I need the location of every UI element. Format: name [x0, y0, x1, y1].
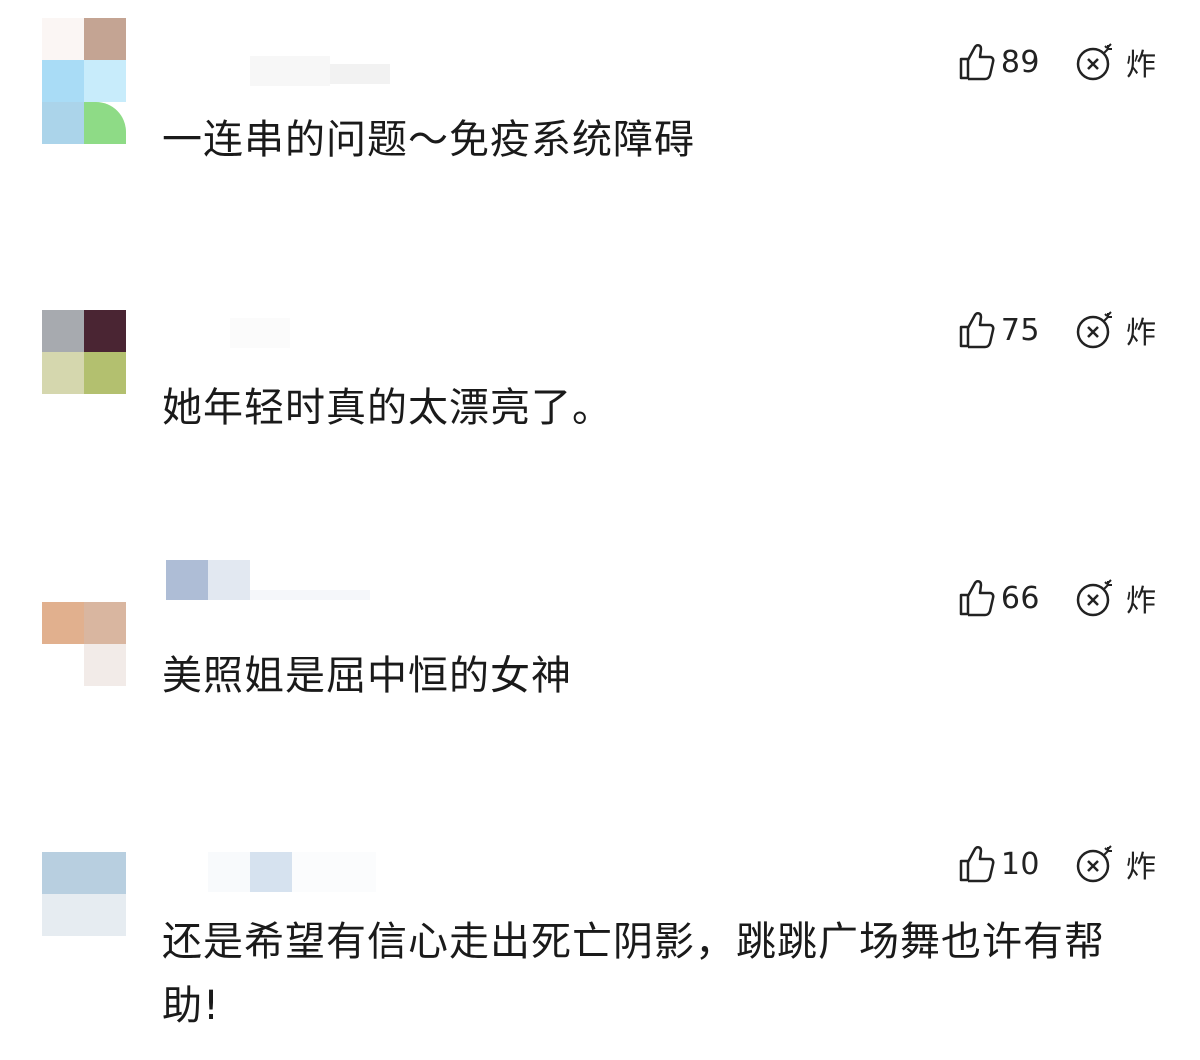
comment-actions: 75 炸 — [957, 308, 1156, 352]
like-button[interactable]: 66 — [957, 578, 1040, 618]
bomb-label: 炸 — [1126, 850, 1156, 885]
thumbs-up-icon — [957, 578, 997, 618]
thumbs-up-icon — [957, 844, 997, 884]
like-count: 66 — [1000, 580, 1040, 616]
avatar[interactable] — [42, 852, 126, 936]
avatar[interactable] — [42, 310, 126, 394]
thumbs-up-icon — [957, 42, 997, 82]
like-button[interactable]: 75 — [957, 310, 1040, 350]
avatar[interactable] — [42, 602, 126, 686]
comment-text: 美照姐是屈中恒的女神 — [162, 653, 572, 699]
comment-text: 还是希望有信心走出死亡阴影，跳跳广场舞也许有帮助! — [162, 919, 1105, 1029]
thumbs-up-icon — [957, 310, 997, 350]
bomb-button[interactable]: 炸 — [1074, 576, 1156, 620]
bomb-icon — [1074, 843, 1116, 885]
like-button[interactable]: 10 — [957, 844, 1040, 884]
bomb-icon — [1074, 577, 1116, 619]
username-blurred[interactable] — [166, 560, 370, 600]
bomb-button[interactable]: 炸 — [1074, 40, 1156, 84]
bomb-label: 炸 — [1126, 316, 1156, 351]
bomb-button[interactable]: 炸 — [1074, 842, 1156, 886]
like-button[interactable]: 89 — [957, 42, 1040, 82]
bomb-icon — [1074, 41, 1116, 83]
like-count: 10 — [1000, 846, 1040, 882]
username-blurred[interactable] — [208, 852, 376, 892]
username-blurred[interactable] — [250, 56, 390, 96]
bomb-icon — [1074, 309, 1116, 351]
like-count: 75 — [1000, 312, 1040, 348]
bomb-label: 炸 — [1126, 48, 1156, 83]
avatar[interactable] — [42, 18, 126, 144]
comment-text: 她年轻时真的太漂亮了。 — [162, 385, 613, 431]
username-blurred[interactable] — [230, 318, 290, 358]
like-count: 89 — [1000, 44, 1040, 80]
comment-actions: 10 炸 — [957, 842, 1156, 886]
bomb-button[interactable]: 炸 — [1074, 308, 1156, 352]
bomb-label: 炸 — [1126, 584, 1156, 619]
comment-text: 一连串的问题～免疫系统障碍 — [162, 117, 695, 163]
comment-actions: 66 炸 — [957, 576, 1156, 620]
comment-actions: 89 炸 — [957, 40, 1156, 84]
